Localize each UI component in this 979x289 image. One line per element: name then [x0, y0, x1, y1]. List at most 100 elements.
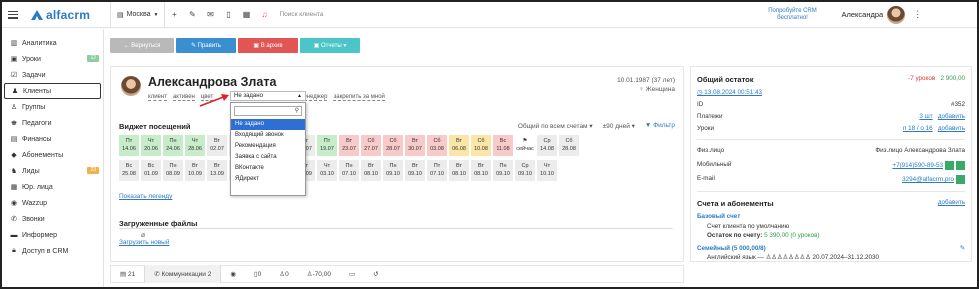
visit-cell[interactable]: Сб 27.07	[361, 135, 381, 156]
whatsapp-icon[interactable]	[945, 161, 954, 170]
visit-cell[interactable]: Вт 09.10	[405, 160, 425, 181]
tab-lessons[interactable]: ♙ 0	[270, 265, 297, 283]
sidebar-item-subscriptions[interactable]: ◆ Абонементы	[2, 147, 103, 163]
mail-icon[interactable]	[956, 175, 965, 184]
visit-cell[interactable]: ⚑ сейчас	[515, 135, 535, 156]
sidebar-item-calls[interactable]: ✆ Звонки	[2, 211, 103, 227]
visit-cell[interactable]: Вт 06.08	[449, 135, 469, 156]
add-payment-link[interactable]: добавить	[938, 113, 965, 120]
tab-communications[interactable]: ✆ Коммуникации 2	[144, 265, 222, 283]
visit-cell[interactable]: Вт 30.07	[405, 135, 425, 156]
add-icon[interactable]: +	[165, 2, 183, 28]
show-legend-link[interactable]: Показать легенду	[119, 193, 172, 200]
phone-icon[interactable]	[956, 161, 965, 170]
edit-button[interactable]: ✎ Править	[176, 38, 236, 53]
sidebar-item-lessons[interactable]: ▣ Уроки 12	[2, 51, 103, 67]
visit-cell[interactable]: Вт 08.10	[471, 160, 491, 181]
visit-cell[interactable]: Вс 01.09	[141, 160, 161, 181]
payments-value[interactable]: 3 шт	[919, 113, 932, 120]
menu-icon[interactable]	[8, 10, 18, 19]
visit-cell[interactable]: Пн 09.10	[493, 160, 513, 181]
visit-cell[interactable]: Вт 08.10	[449, 160, 469, 181]
user-menu[interactable]: Александра	[841, 5, 906, 24]
sidebar-item-groups[interactable]: ♙ Группы	[2, 99, 103, 115]
visit-cell[interactable]: Пт 14.06	[119, 135, 139, 156]
lessons-value[interactable]: п 18 / о 16	[903, 125, 933, 132]
visit-cell[interactable]: Ср 14.08	[537, 135, 557, 156]
visit-cell[interactable]: Пн 09.10	[383, 160, 403, 181]
logo[interactable]: alfacrm	[30, 8, 110, 22]
add-account-link[interactable]: добавить	[938, 199, 965, 208]
visit-cell[interactable]: Чт 28.06	[185, 135, 205, 156]
chip-status[interactable]: активен	[172, 94, 195, 101]
client-search-input[interactable]: Поиск клиента	[279, 11, 699, 18]
chip-type[interactable]: клиент	[148, 94, 167, 101]
promo-link[interactable]: Попробуйте CRM бесплатно!	[757, 8, 827, 22]
dropdown-option[interactable]: Не задано	[231, 119, 305, 130]
tab-comments[interactable]: ▤ 21	[111, 265, 144, 283]
tab-whatsapp[interactable]: ◉	[221, 265, 245, 283]
visit-cell[interactable]: Вт 08.10	[361, 160, 381, 181]
dropdown-search-input[interactable]: ⚲	[234, 106, 302, 116]
visit-cell[interactable]: Вт 23.07	[339, 135, 359, 156]
sidebar-item-tasks[interactable]: ☑ Задачи	[2, 67, 103, 83]
visit-cell[interactable]: Чт 03.10	[317, 160, 337, 181]
visit-cell[interactable]: Пн 07.10	[339, 160, 359, 181]
sidebar-item-informer[interactable]: ▬ Информер	[2, 227, 103, 243]
visit-cell[interactable]: Пн 24.06	[163, 135, 183, 156]
visit-cell[interactable]: Ср 09.10	[515, 160, 535, 181]
visit-cell[interactable]: Сб 28.07	[383, 135, 403, 156]
tab-finance[interactable]: ♙ -70,00	[298, 265, 340, 283]
upload-link[interactable]: Загрузить новый	[119, 239, 169, 246]
tab-history[interactable]: ↺	[364, 265, 387, 283]
bell-icon[interactable]: ♫	[255, 2, 273, 28]
back-button[interactable]: ← Вернуться	[110, 38, 174, 53]
visit-cell[interactable]: Вс 25.08	[119, 160, 139, 181]
source-select[interactable]: Не задано ▲	[230, 91, 306, 101]
filter-button[interactable]: ▼ Фильтр	[645, 122, 675, 130]
sidebar-item-teachers[interactable]: ♚ Педагоги	[2, 115, 103, 131]
wrench-icon[interactable]: ✎	[183, 2, 201, 28]
sidebar-item-access[interactable]: 🔒︎ Доступ в CRM	[2, 243, 103, 259]
base-account-link[interactable]: Базовый счет	[697, 213, 740, 220]
calendar-icon[interactable]: ▦	[237, 2, 255, 28]
mobile-value[interactable]: +7(914)590-89-53	[892, 162, 943, 169]
archive-button[interactable]: ▣ В архив	[238, 38, 298, 53]
tab-docs[interactable]: ▯ 0	[245, 265, 270, 283]
visit-cell[interactable]: Пт 07.10	[427, 160, 447, 181]
visit-cell[interactable]: Вт 10.09	[185, 160, 205, 181]
sidebar-item-wazzup[interactable]: ◉ Wazzup	[2, 195, 103, 211]
mail-icon[interactable]: ✉	[201, 2, 219, 28]
account-select[interactable]: Общий по всем счетам ▾	[518, 122, 593, 130]
dropdown-option[interactable]: Входящий звонок	[231, 130, 305, 141]
visit-cell[interactable]: Сб 28.08	[559, 135, 579, 156]
sidebar-item-analytics[interactable]: ▥ Аналитика	[2, 35, 103, 51]
dropdown-option[interactable]: ВКонтакте	[231, 163, 305, 174]
edit-icon[interactable]: ✎	[960, 245, 965, 252]
dropdown-option[interactable]: ЯДирект	[231, 174, 305, 185]
period-select[interactable]: ±90 дней ▾	[603, 122, 635, 130]
visit-cell[interactable]: Пт 19.07	[317, 135, 337, 156]
mobile-icon[interactable]: ▯	[219, 2, 237, 28]
visit-cell[interactable]: Вт 02.07	[207, 135, 227, 156]
date-link[interactable]: ◷ 13.08.2024 00:51:43	[697, 89, 762, 96]
dropdown-option[interactable]: Заявка с сайта	[231, 152, 305, 163]
add-lesson-link[interactable]: добавить	[938, 125, 965, 132]
tab-card[interactable]: ▭	[340, 265, 364, 283]
visit-cell[interactable]: Пн 08.09	[163, 160, 183, 181]
sidebar-item-legal[interactable]: ▦ Юр. лица	[2, 179, 103, 195]
sidebar-item-leads[interactable]: ♞ Лиды 23	[2, 163, 103, 179]
visit-cell[interactable]: Вс 11.08	[493, 135, 513, 156]
chip-assign[interactable]: закрепить за мной	[333, 94, 385, 101]
family-account-link[interactable]: Семейный (5 000,00/8)	[697, 245, 766, 252]
reports-button[interactable]: ▣ Отчеты ▾	[300, 38, 360, 53]
dropdown-option[interactable]: Рекомендация	[231, 141, 305, 152]
visit-cell[interactable]: Сб 10.08	[471, 135, 491, 156]
more-icon[interactable]: ⋮	[913, 9, 922, 20]
branch-selector[interactable]: ▤ Москва ▼	[111, 2, 164, 28]
visit-cell[interactable]: Чт 10.10	[537, 160, 557, 181]
sidebar-item-finance[interactable]: ▤ Финансы	[2, 131, 103, 147]
sidebar-item-clients[interactable]: ♟ Клиенты	[4, 83, 101, 99]
visit-cell[interactable]: Чт 20.06	[141, 135, 161, 156]
visit-cell[interactable]: Вт 13.09	[207, 160, 227, 181]
